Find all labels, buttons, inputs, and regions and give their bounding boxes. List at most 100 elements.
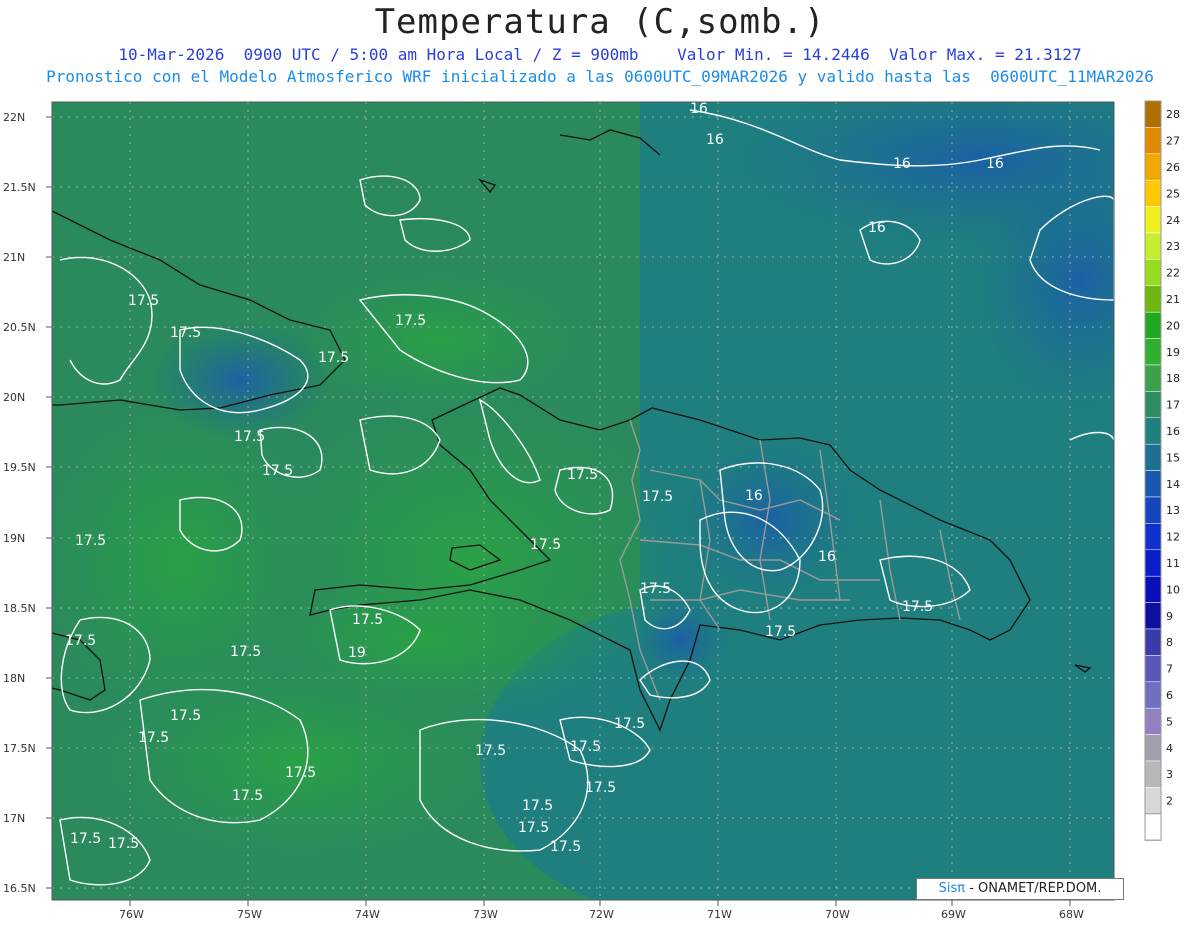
contour-label: 17.5 — [475, 743, 506, 759]
colorbar-swatch — [1144, 443, 1162, 471]
colorbar-swatch — [1144, 707, 1162, 735]
contour-label: 17.5 — [170, 325, 201, 341]
colorbar-label: 28 — [1166, 108, 1180, 121]
contour-label: 17.5 — [518, 820, 549, 836]
contour-label: 17.5 — [352, 612, 383, 628]
colorbar-swatch-below — [1144, 813, 1162, 841]
colorbar-swatch — [1144, 259, 1162, 287]
lon-label: 72W — [589, 908, 614, 921]
lon-label: 73W — [473, 908, 498, 921]
contour-label: 17.5 — [642, 489, 673, 505]
colorbar-swatch — [1144, 417, 1162, 445]
lat-label: 16.5N — [3, 882, 36, 895]
colorbar-label: 10 — [1166, 583, 1180, 596]
colorbar-swatch — [1144, 338, 1162, 366]
lat-label: 18.5N — [3, 602, 36, 615]
contour-label: 17.5 — [234, 429, 265, 445]
colorbar-swatch — [1144, 391, 1162, 419]
contour-label: 17.5 — [765, 624, 796, 640]
contour-label: 17.5 — [530, 537, 561, 553]
lat-label: 21.5N — [3, 181, 36, 194]
contour-label: 16 — [868, 220, 886, 236]
map-canvas: 16 16 16 16 16 16 16 17.5 17.5 17.5 17.5… — [3, 100, 1180, 921]
contour-label: 17.5 — [75, 533, 106, 549]
lon-label: 75W — [237, 908, 262, 921]
lat-label: 17N — [3, 812, 25, 825]
colorbar-label: 26 — [1166, 161, 1180, 174]
colorbar-label: 24 — [1166, 214, 1180, 227]
colorbar-swatch — [1144, 470, 1162, 498]
contour-label: 16 — [690, 101, 708, 117]
colorbar-label: 23 — [1166, 240, 1180, 253]
colorbar-label: 13 — [1166, 504, 1180, 517]
credit-text: - ONAMET/REP.DOM. — [969, 881, 1102, 896]
contour-label: 19 — [348, 645, 366, 661]
colorbar-swatch — [1144, 575, 1162, 603]
contour-label: 17.5 — [567, 467, 598, 483]
credit-box: Sisπ - ONAMET/REP.DOM. — [916, 878, 1124, 900]
colorbar-swatch — [1144, 602, 1162, 630]
contour-label: 17.5 — [614, 716, 645, 732]
lon-label: 74W — [355, 908, 380, 921]
contour-label: 17.5 — [395, 313, 426, 329]
colorbar-swatch — [1144, 179, 1162, 207]
lon-label: 76W — [119, 908, 144, 921]
lon-label: 69W — [941, 908, 966, 921]
contour-label: 17.5 — [70, 831, 101, 847]
contour-label: 17.5 — [138, 730, 169, 746]
contour-label: 17.5 — [640, 581, 671, 597]
colorbar-label: 11 — [1166, 557, 1180, 570]
lat-ticks — [46, 116, 52, 889]
colorbar-swatch — [1144, 496, 1162, 524]
colorbar-label: 20 — [1166, 319, 1180, 332]
colorbar-label: 27 — [1166, 135, 1180, 148]
colorbar-swatch — [1144, 760, 1162, 788]
contour-label: 17.5 — [128, 293, 159, 309]
contour-label: 16 — [818, 549, 836, 565]
contour-label: 17.5 — [262, 463, 293, 479]
contour-label: 17.5 — [170, 708, 201, 724]
colorbar-label: 2 — [1166, 795, 1173, 808]
colorbar-label: 8 — [1166, 636, 1173, 649]
lat-label: 18N — [3, 672, 25, 685]
colorbar-swatch — [1144, 153, 1162, 181]
contour-label: 17.5 — [318, 350, 349, 366]
colorbar-label: 18 — [1166, 372, 1180, 385]
colorbar-swatch — [1144, 523, 1162, 551]
colorbar-label: 22 — [1166, 267, 1180, 280]
colorbar-swatch — [1144, 681, 1162, 709]
colorbar-swatch — [1144, 232, 1162, 260]
colorbar-swatch — [1144, 364, 1162, 392]
lat-label: 20N — [3, 391, 25, 404]
contour-label: 17.5 — [65, 633, 96, 649]
colorbar-label: 14 — [1166, 478, 1180, 491]
contour-label: 17.5 — [550, 839, 581, 855]
colorbar-label: 25 — [1166, 187, 1180, 200]
colorbar-label: 21 — [1166, 293, 1180, 306]
colorbar-swatch — [1144, 655, 1162, 683]
colorbar-label: 12 — [1166, 531, 1180, 544]
lat-label: 17.5N — [3, 742, 36, 755]
contour-label: 17.5 — [232, 788, 263, 804]
contour-label: 17.5 — [570, 739, 601, 755]
lat-label: 19.5N — [3, 461, 36, 474]
colorbar-swatch — [1144, 734, 1162, 762]
colorbar: 2827262524232221201918171615141312111098… — [1144, 100, 1180, 841]
lat-label: 20.5N — [3, 321, 36, 334]
colorbar-swatch — [1144, 206, 1162, 234]
colorbar-swatch — [1144, 628, 1162, 656]
colorbar-label: 15 — [1166, 451, 1180, 464]
contour-label: 16 — [706, 132, 724, 148]
sis-logo-text: Sisπ — [938, 881, 966, 896]
colorbar-label: 5 — [1166, 715, 1173, 728]
colorbar-swatch — [1144, 100, 1162, 128]
lat-label: 19N — [3, 532, 25, 545]
colorbar-label: 7 — [1166, 663, 1173, 676]
colorbar-label: 4 — [1166, 742, 1173, 755]
contour-label: 17.5 — [902, 599, 933, 615]
colorbar-label: 6 — [1166, 689, 1173, 702]
colorbar-label: 19 — [1166, 346, 1180, 359]
lon-label: 71W — [707, 908, 732, 921]
colorbar-label: 16 — [1166, 425, 1180, 438]
contour-label: 17.5 — [230, 644, 261, 660]
